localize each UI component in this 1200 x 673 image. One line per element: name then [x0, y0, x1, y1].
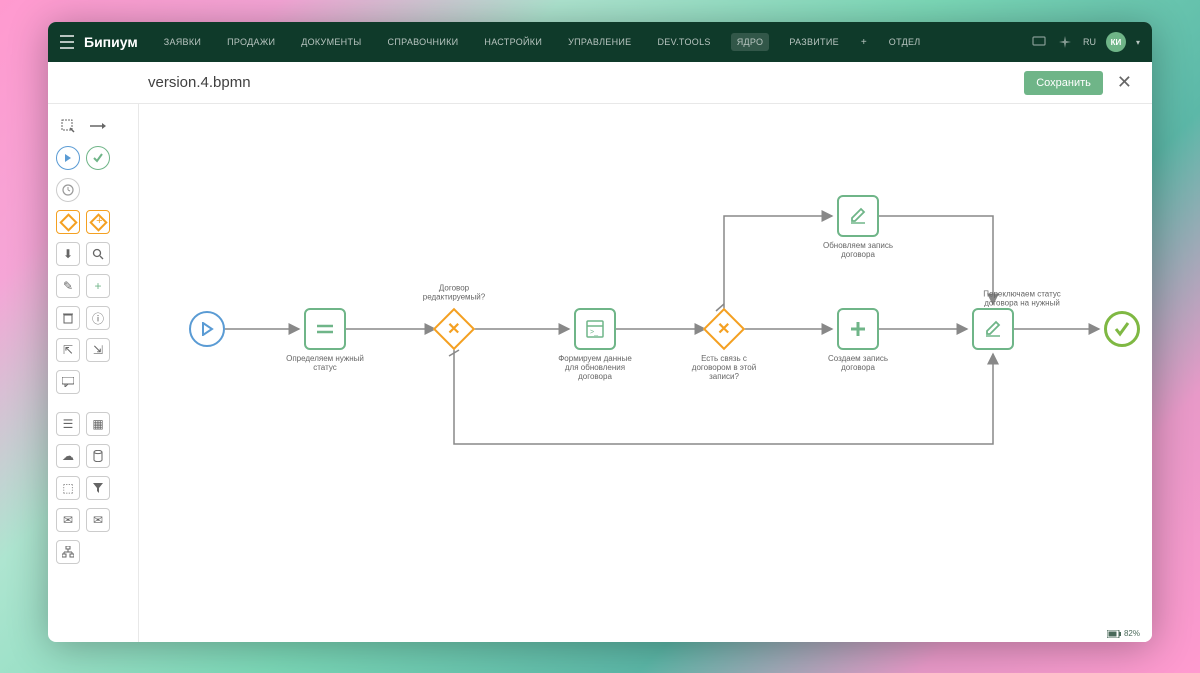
svg-text:>_: >_: [590, 329, 598, 336]
connect-tool-icon[interactable]: [86, 114, 110, 138]
export-icon[interactable]: ⇱: [56, 338, 80, 362]
task-merge[interactable]: [972, 308, 1014, 350]
parallel-gateway-icon[interactable]: +: [86, 210, 110, 234]
end-label: Переключаем статус договора на нужный: [982, 290, 1062, 308]
cloud-icon[interactable]: ☁: [56, 444, 80, 468]
list-icon[interactable]: ☰: [56, 412, 80, 436]
task-create-record[interactable]: [837, 308, 879, 350]
start-event-icon[interactable]: [56, 146, 80, 170]
hamburger-icon[interactable]: [60, 35, 74, 49]
grid-icon[interactable]: ▦: [86, 412, 110, 436]
nav-item[interactable]: РАЗВИТИЕ: [783, 33, 845, 51]
close-icon[interactable]: ✕: [1117, 72, 1132, 93]
exclusive-gateway-icon[interactable]: [56, 210, 80, 234]
info-icon[interactable]: ⓘ: [86, 306, 110, 330]
search-icon[interactable]: [86, 242, 110, 266]
filename: version.4.bpmn: [148, 74, 251, 91]
create-icon[interactable]: +: [86, 274, 110, 298]
gateway-label: Есть связь с договором в этой записи?: [684, 354, 764, 382]
map-icon[interactable]: ⬚: [56, 476, 80, 500]
avatar[interactable]: КИ: [1106, 32, 1126, 52]
nav: ЗАЯВКИ ПРОДАЖИ ДОКУМЕНТЫ СПРАВОЧНИКИ НАС…: [158, 33, 927, 51]
start-event[interactable]: [189, 311, 225, 347]
gateway-label: Договор редактируемый?: [414, 284, 494, 302]
hierarchy-icon[interactable]: [56, 540, 80, 564]
tool-palette: + ⬇ ✎+ ⓘ ⇱⇲ ☰▦ ☁ ⬚ ✉✉: [48, 104, 138, 642]
nav-item[interactable]: ЗАЯВКИ: [158, 33, 207, 51]
lasso-tool-icon[interactable]: [56, 114, 80, 138]
database-icon[interactable]: [86, 444, 110, 468]
gateway-editable[interactable]: ✕: [433, 308, 475, 350]
nav-item[interactable]: DEV.TOOLS: [651, 33, 716, 51]
task-form-data[interactable]: >_: [574, 308, 616, 350]
topbar: Бипиум ЗАЯВКИ ПРОДАЖИ ДОКУМЕНТЫ СПРАВОЧН…: [48, 22, 1152, 62]
nav-item[interactable]: ЯДРО: [731, 33, 770, 51]
comment-icon[interactable]: [56, 370, 80, 394]
plus-icon[interactable]: +: [861, 37, 867, 48]
end-event[interactable]: [1104, 311, 1140, 347]
logo: Бипиум: [84, 34, 138, 50]
nav-item[interactable]: СПРАВОЧНИКИ: [382, 33, 465, 51]
lang-switch[interactable]: RU: [1083, 37, 1096, 47]
task-label: Обновляем запись договора: [818, 241, 898, 259]
gateway-has-link[interactable]: ✕: [703, 308, 745, 350]
chat-icon[interactable]: [1031, 34, 1047, 50]
subheader: version.4.bpmn Сохранить ✕: [48, 62, 1152, 104]
mail-out-icon[interactable]: ✉: [56, 508, 80, 532]
task-update-record[interactable]: [837, 195, 879, 237]
nav-item[interactable]: НАСТРОЙКИ: [478, 33, 548, 51]
save-button[interactable]: Сохранить: [1024, 71, 1103, 95]
mail-in-icon[interactable]: ✉: [86, 508, 110, 532]
load-icon[interactable]: ⬇: [56, 242, 80, 266]
dropdown-icon[interactable]: ▾: [1136, 38, 1140, 47]
task-label: Определяем нужный статус: [285, 354, 365, 372]
delete-icon[interactable]: [56, 306, 80, 330]
filter-icon[interactable]: [86, 476, 110, 500]
end-event-icon[interactable]: [86, 146, 110, 170]
nav-item[interactable]: ДОКУМЕНТЫ: [295, 33, 367, 51]
battery-indicator: 82%: [1107, 629, 1140, 638]
task-define-status[interactable]: [304, 308, 346, 350]
nav-item[interactable]: УПРАВЛЕНИЕ: [562, 33, 637, 51]
task-label: Формируем данные для обновления договора: [555, 354, 635, 382]
sparkle-icon[interactable]: [1057, 34, 1073, 50]
edit-icon[interactable]: ✎: [56, 274, 80, 298]
import-icon[interactable]: ⇲: [86, 338, 110, 362]
bpmn-canvas[interactable]: Определяем нужный статус ✕ Договор редак…: [138, 104, 1152, 642]
nav-item[interactable]: ОТДЕЛ: [883, 33, 927, 51]
nav-item[interactable]: ПРОДАЖИ: [221, 33, 281, 51]
task-label: Создаем запись договора: [818, 354, 898, 372]
timer-event-icon[interactable]: [56, 178, 80, 202]
